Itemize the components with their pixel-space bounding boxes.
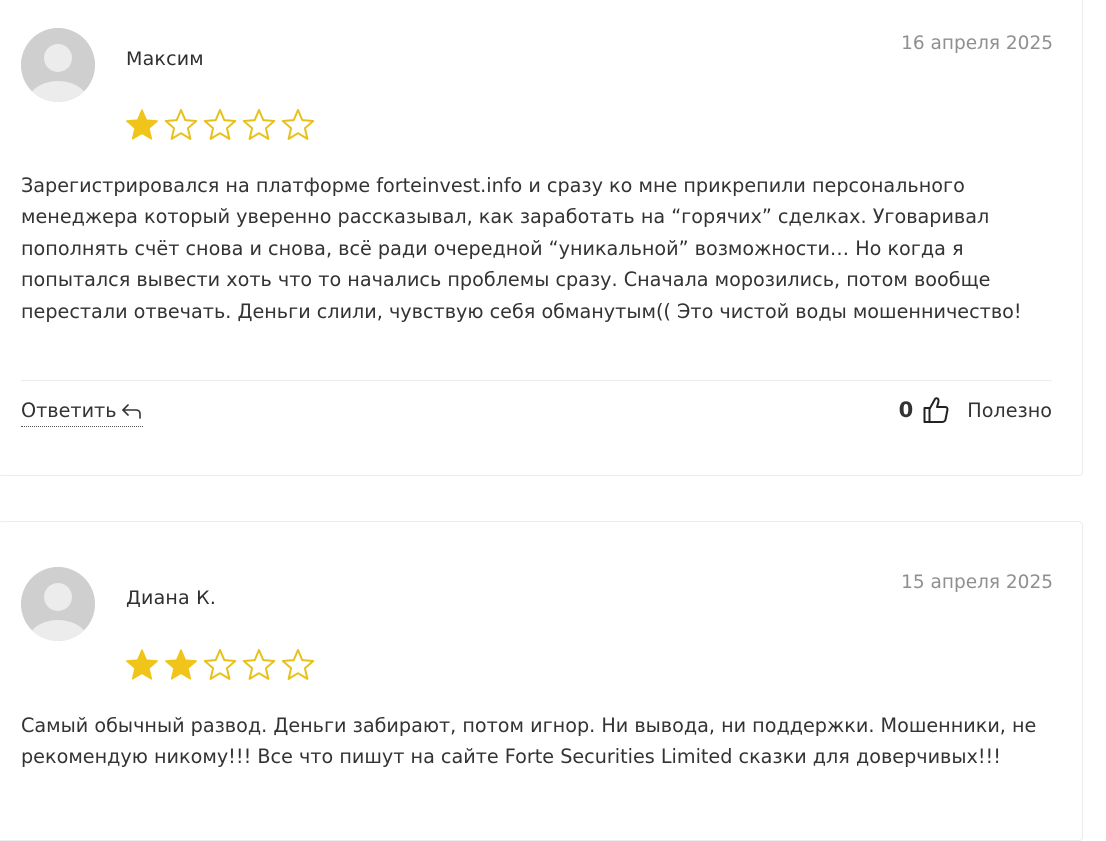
star-empty-icon: [242, 649, 276, 680]
helpful-label: Полезно: [967, 398, 1052, 422]
review-text: Самый обычный развод. Деньги забирают, п…: [21, 714, 1037, 769]
divider: [21, 380, 1052, 381]
review-card: Диана К. 15 апреля 2025 Самый обычный ра…: [0, 521, 1083, 841]
avatar: [21, 567, 95, 641]
reply-arrow-icon: [121, 403, 141, 419]
reply-button[interactable]: Ответить: [21, 399, 143, 427]
review-author: Максим: [126, 48, 204, 70]
avatar: [21, 28, 95, 102]
star-empty-icon: [242, 109, 276, 140]
star-empty-icon: [203, 109, 237, 140]
user-silhouette-icon: [21, 567, 95, 641]
review-date: 15 апреля 2025: [901, 572, 1053, 593]
star-empty-icon: [164, 109, 198, 140]
star-empty-icon: [203, 649, 237, 680]
review-date: 16 апреля 2025: [901, 33, 1053, 54]
star-filled-icon: [165, 649, 197, 680]
helpful-section: 0 Полезно: [899, 396, 1052, 424]
thumbs-up-icon[interactable]: [923, 396, 949, 424]
review-author: Диана К.: [126, 587, 217, 609]
star-empty-icon: [281, 109, 315, 140]
review-text: Зарегистрировался на платформе forteinve…: [21, 174, 1022, 323]
helpful-count: 0: [898, 398, 914, 422]
star-filled-icon: [126, 649, 158, 680]
star-rating: [124, 647, 316, 683]
user-silhouette-icon: [21, 28, 95, 102]
review-card: Максим 16 апреля 2025 Зарегистрировался …: [0, 0, 1083, 476]
star-rating: [124, 107, 316, 143]
star-empty-icon: [281, 649, 315, 680]
star-filled-icon: [126, 109, 158, 140]
reply-label: Ответить: [21, 399, 117, 422]
